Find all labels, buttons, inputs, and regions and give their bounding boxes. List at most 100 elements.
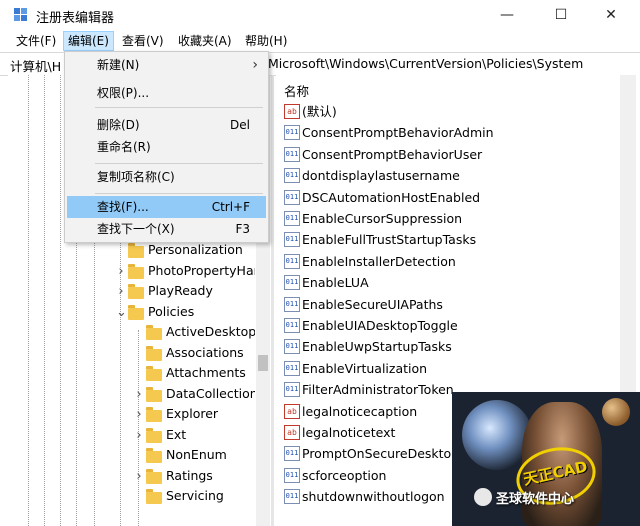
address-path-start: 计算机\H xyxy=(10,59,62,74)
folder-icon xyxy=(146,407,162,422)
menu-separator xyxy=(95,193,263,194)
tree-item[interactable]: PlayReady xyxy=(148,281,213,301)
menu-edit[interactable]: 编辑(E) xyxy=(63,31,114,51)
watermark-account: 圣球软件中心 xyxy=(496,492,575,507)
tree-guide-line xyxy=(28,75,29,526)
maximize-button[interactable]: ☐ xyxy=(538,0,584,30)
value-name: EnableUwpStartupTasks xyxy=(302,339,452,355)
dword-value-icon: 011 xyxy=(284,489,300,505)
tree-item[interactable]: Attachments xyxy=(166,363,246,383)
folder-icon xyxy=(146,468,162,484)
value-name: ConsentPromptBehaviorAdmin xyxy=(302,125,494,141)
tree-item[interactable]: NonEnum xyxy=(166,445,227,465)
menu-bar: 文件(F) 编辑(E) 查看(V) 收藏夹(A) 帮助(H) xyxy=(0,30,640,52)
folder-icon xyxy=(146,366,162,381)
value-name: EnableInstallerDetection xyxy=(302,253,456,269)
string-value-icon: ab xyxy=(284,425,300,440)
edit-menu-item[interactable]: 复制项名称(C) xyxy=(67,166,266,188)
menu-item-shortcut: Ctrl+F xyxy=(211,200,250,214)
pane-splitter[interactable] xyxy=(271,75,274,526)
tree-item[interactable]: ActiveDesktop xyxy=(166,322,255,342)
menu-view[interactable]: 查看(V) xyxy=(118,32,168,50)
chevron-right-icon[interactable]: › xyxy=(116,284,126,299)
dword-value-icon: 011 xyxy=(284,275,300,291)
tree-item[interactable]: Ratings xyxy=(166,466,213,486)
menu-item-label: 新建(N) xyxy=(97,58,140,72)
menu-file[interactable]: 文件(F) xyxy=(12,32,60,50)
menu-separator xyxy=(95,163,263,164)
dword-value-icon: 011 xyxy=(284,189,300,205)
chevron-right-icon[interactable]: › xyxy=(134,428,144,443)
tree-item[interactable]: DataCollection xyxy=(166,384,255,404)
chevron-right-icon[interactable]: › xyxy=(116,264,126,279)
folder-icon xyxy=(146,489,162,504)
window-title: 注册表编辑器 xyxy=(36,11,115,26)
watermark-image: 天正CAD 圣球软件中心 xyxy=(452,392,640,526)
folder-icon xyxy=(146,427,162,443)
chevron-right-icon[interactable]: › xyxy=(134,387,144,402)
value-name: (默认) xyxy=(302,104,337,119)
edit-menu-item[interactable]: 重命名(R) xyxy=(67,136,266,158)
edit-menu-item[interactable]: 删除(D) Del xyxy=(67,114,266,136)
dword-value-icon: 011 xyxy=(284,125,300,141)
value-name: EnableSecureUIAPaths xyxy=(302,296,443,312)
minimize-button[interactable]: — xyxy=(484,0,530,30)
dword-value-icon: 011 xyxy=(284,446,300,462)
value-name: EnableFullTrustStartupTasks xyxy=(302,232,477,248)
menu-item-shortcut: F3 xyxy=(235,222,250,236)
menu-item-label: 查找(F)... xyxy=(97,200,149,214)
folder-icon xyxy=(146,448,162,463)
column-header-name[interactable]: 名称 xyxy=(276,79,640,99)
edit-menu-item[interactable]: 权限(P)... xyxy=(67,82,266,104)
tree-item[interactable]: Explorer xyxy=(166,404,218,424)
edit-menu-dropdown: 新建(N) › 权限(P)... 删除(D) Del 重命名(R) 复制项名称(C) 查找(F… xyxy=(64,51,269,243)
string-value-icon: ab xyxy=(284,403,300,419)
tree-item[interactable]: Personalization xyxy=(148,240,243,260)
wechat-icon xyxy=(474,488,492,506)
tree-item[interactable]: Policies xyxy=(148,302,194,322)
value-name: shutdownwithoutlogon xyxy=(302,489,445,505)
value-name: legalnoticetext xyxy=(302,425,396,440)
close-button[interactable]: ✕ xyxy=(588,0,634,30)
column-header-label: 名称 xyxy=(284,84,310,99)
menu-item-shortcut: Del xyxy=(230,118,250,132)
folder-icon xyxy=(128,263,144,279)
menu-item-label: 复制项名称(C) xyxy=(97,170,175,184)
menu-help[interactable]: 帮助(H) xyxy=(241,32,291,50)
dword-value-icon: 011 xyxy=(284,318,300,333)
tree-item[interactable]: Associations xyxy=(166,343,244,363)
value-name: scforceoption xyxy=(302,467,387,483)
dword-value-icon: 011 xyxy=(284,168,300,184)
value-name: legalnoticecaption xyxy=(302,403,418,419)
dword-value-icon: 011 xyxy=(284,382,300,398)
menu-item-label: 权限(P)... xyxy=(97,86,150,100)
submenu-arrow-icon: › xyxy=(252,57,258,73)
chevron-right-icon[interactable]: › xyxy=(134,469,144,484)
value-name: EnableCursorSuppression xyxy=(302,211,463,226)
tree-item[interactable]: PhotoPropertyHar xyxy=(148,261,255,281)
chevron-down-icon[interactable]: ⌄ xyxy=(116,305,127,320)
menu-favorites[interactable]: 收藏夹(A) xyxy=(174,32,236,50)
folder-icon xyxy=(128,243,144,258)
dword-value-icon: 011 xyxy=(284,146,300,162)
menu-item-label: 重命名(R) xyxy=(97,140,151,154)
title-bar: 注册表编辑器 — ☐ ✕ xyxy=(0,0,640,30)
value-name: EnableLUA xyxy=(302,275,369,291)
edit-menu-item[interactable]: 查找下一个(X) F3 xyxy=(67,218,266,240)
value-name: FilterAdministratorToken xyxy=(302,382,454,398)
dword-value-icon: 011 xyxy=(284,296,300,312)
tree-item[interactable]: Ext xyxy=(166,425,186,445)
value-name: PromptOnSecureDesktop xyxy=(302,446,460,462)
dword-value-icon: 011 xyxy=(284,211,300,226)
dword-value-icon: 011 xyxy=(284,253,300,269)
dword-value-icon: 011 xyxy=(284,360,300,376)
tree-scrollbar-thumb[interactable] xyxy=(258,355,268,371)
tree-guide-line xyxy=(44,75,45,526)
menu-separator xyxy=(95,107,263,108)
tree-item[interactable]: Servicing xyxy=(166,486,224,506)
chevron-right-icon[interactable]: › xyxy=(134,407,144,422)
folder-icon xyxy=(128,304,144,320)
value-name: ConsentPromptBehaviorUser xyxy=(302,146,483,162)
edit-menu-item[interactable]: 查找(F)... Ctrl+F xyxy=(67,196,266,218)
edit-menu-item[interactable]: 新建(N) › xyxy=(67,54,266,76)
